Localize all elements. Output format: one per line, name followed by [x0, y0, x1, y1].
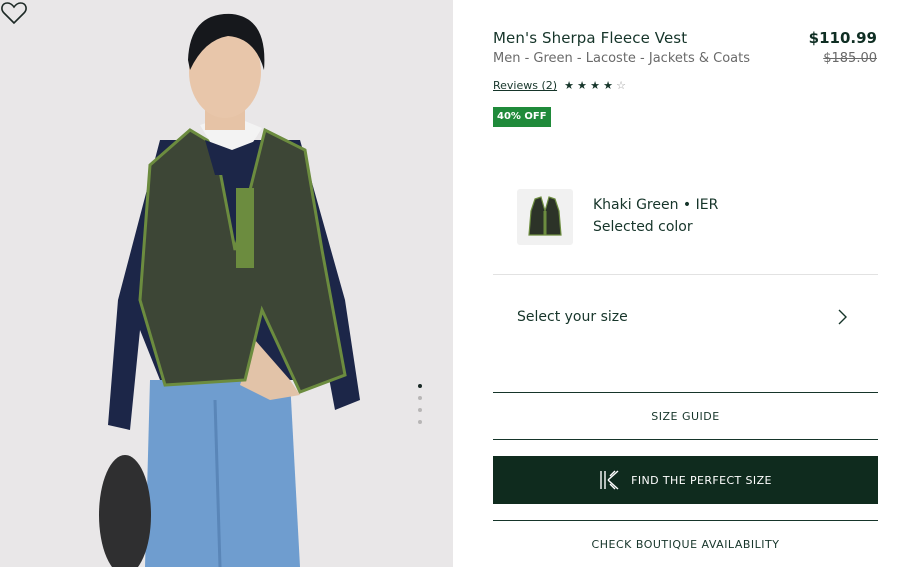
reviews-row: Reviews (2) ★ ★ ★ ★ ☆ — [493, 79, 629, 92]
divider — [493, 520, 878, 521]
find-perfect-size-button[interactable]: FIND THE PERFECT SIZE — [493, 456, 878, 504]
product-title: Men's Sherpa Fleece Vest — [493, 29, 688, 47]
size-selector[interactable]: Select your size — [493, 280, 878, 356]
sale-price: $110.99 — [808, 29, 877, 47]
find-perfect-size-label: FIND THE PERFECT SIZE — [631, 473, 772, 487]
discount-badge: 40% OFF — [493, 107, 551, 127]
product-breadcrumb: Men - Green - Lacoste - Jackets & Coats — [493, 51, 751, 66]
star-icon: ★ — [603, 79, 613, 92]
kiwi-sizing-logo-icon — [600, 470, 619, 490]
star-icon: ★ — [564, 79, 574, 92]
star-icon: ★ — [577, 79, 587, 92]
vest-thumbnail — [528, 196, 562, 236]
gallery-dot[interactable] — [418, 396, 422, 400]
divider — [493, 439, 878, 440]
star-rating: ★ ★ ★ ★ ☆ — [564, 80, 629, 91]
chevron-right-icon — [838, 309, 847, 325]
check-boutique-button[interactable]: CHECK BOUTIQUE AVAILABILITY — [493, 522, 878, 566]
product-image[interactable] — [0, 0, 453, 567]
original-price: $185.00 — [823, 51, 877, 66]
star-icon: ★ — [590, 79, 600, 92]
selected-color-name: Khaki Green • IER — [593, 197, 719, 213]
heart-icon[interactable] — [0, 0, 28, 26]
reviews-link[interactable]: Reviews (2) — [493, 79, 557, 92]
gallery-dot[interactable] — [418, 408, 422, 412]
size-guide-button[interactable]: SIZE GUIDE — [493, 393, 878, 439]
size-selector-label: Select your size — [517, 309, 628, 325]
color-swatch[interactable] — [517, 189, 573, 245]
star-icon: ☆ — [616, 79, 626, 92]
gallery-pagination — [418, 384, 424, 432]
divider — [493, 274, 878, 275]
product-details: Men's Sherpa Fleece Vest Men - Green - L… — [493, 0, 878, 567]
product-photo — [0, 0, 453, 567]
gallery-dot[interactable] — [418, 384, 422, 388]
gallery-dot[interactable] — [418, 420, 422, 424]
selected-color-label: Selected color — [593, 219, 693, 235]
